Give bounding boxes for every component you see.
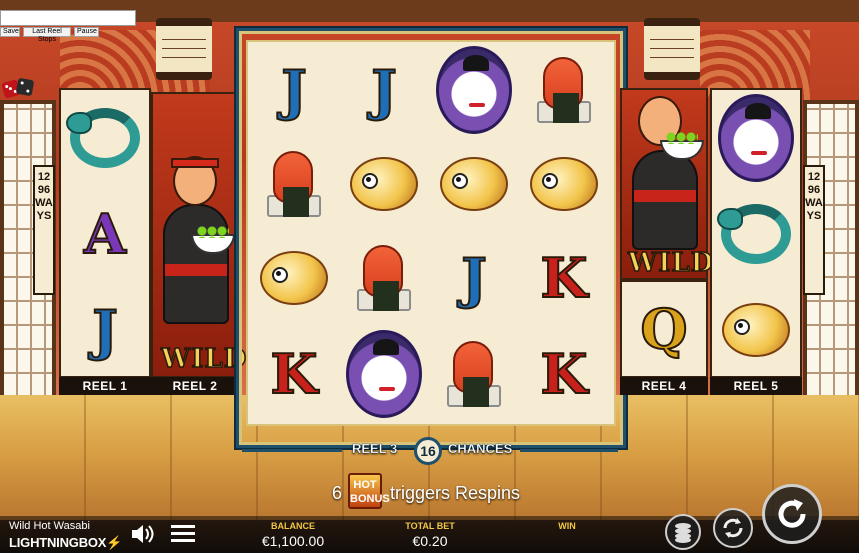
coins-icon[interactable] xyxy=(665,514,701,550)
chef-sash xyxy=(634,190,696,202)
chef-headband xyxy=(171,158,219,168)
balance-label: BALANCE xyxy=(271,521,315,531)
ways-text-left: 1296 WAYS xyxy=(35,171,53,222)
pufferfish-icon xyxy=(260,251,328,305)
reel-2-wild: WILD xyxy=(151,92,247,378)
chances-count-badge: 16 xyxy=(414,437,442,465)
symbol-geisha xyxy=(430,44,518,136)
symbol-q: Q xyxy=(622,282,706,376)
symbol-shrimp xyxy=(520,44,608,136)
chances-reel-label: REEL 3 xyxy=(352,441,398,456)
shrimp-sushi-icon xyxy=(529,55,599,125)
symbol-geisha xyxy=(712,90,800,186)
letter-j: J xyxy=(370,58,398,122)
reel-4-label: REEL 4 xyxy=(620,377,708,395)
reel-4-wild: WILD xyxy=(620,88,714,280)
symbol-pufferfish xyxy=(250,232,338,324)
chef-sash xyxy=(165,264,227,276)
letter-k: K xyxy=(540,246,589,310)
symbol-pufferfish xyxy=(430,138,518,230)
pufferfish-icon xyxy=(530,157,598,211)
ways-text-right: 1296 WAYS xyxy=(805,171,823,222)
reel-3-chances-bar: REEL 3 16 CHANCES xyxy=(242,437,618,465)
ways-sign-right: 1296 WAYS xyxy=(803,165,825,295)
symbol-eel xyxy=(61,90,149,186)
shrimp-sushi-icon xyxy=(439,339,509,409)
symbol-shrimp xyxy=(250,138,338,230)
geisha-icon xyxy=(436,46,512,134)
save-button[interactable]: Save xyxy=(0,27,20,37)
symbol-shrimp xyxy=(340,232,428,324)
letter-k: K xyxy=(270,342,319,406)
symbol-k: K xyxy=(250,328,338,420)
reel-1-label: REEL 1 xyxy=(59,377,151,395)
letter-q: Q xyxy=(639,297,688,361)
symbol-pufferfish xyxy=(340,138,428,230)
autoplay-icon[interactable] xyxy=(713,508,753,548)
symbol-j: J xyxy=(340,44,428,136)
reel-stops-input[interactable] xyxy=(0,10,136,26)
lantern-right xyxy=(644,18,700,80)
letter-j: J xyxy=(91,298,119,362)
menu-icon[interactable] xyxy=(170,522,196,546)
reel-5-label: REEL 5 xyxy=(710,377,802,395)
respin-message: 6 HOT BONUS triggers Respins xyxy=(300,473,570,511)
ways-sign-left: 1296 WAYS xyxy=(33,165,55,295)
respin-text: triggers Respins xyxy=(390,483,521,503)
pufferfish-icon xyxy=(350,157,418,211)
spin-icon[interactable] xyxy=(762,484,822,544)
symbol-geisha xyxy=(340,328,428,420)
reel-2-label: REEL 2 xyxy=(151,377,239,395)
geisha-icon xyxy=(346,330,422,418)
letter-j: J xyxy=(280,58,308,122)
shrimp-sushi-icon xyxy=(259,149,329,219)
chances-line-right xyxy=(520,449,618,452)
brand-main: LIGHTNING xyxy=(9,535,79,550)
last-reel-stops-button[interactable]: Last Reel Stops xyxy=(23,27,71,43)
symbol-j: J xyxy=(61,282,149,376)
chances-label: CHANCES xyxy=(448,441,513,456)
balance-value: €1,100.00 xyxy=(261,533,325,549)
symbol-j: J xyxy=(430,232,518,324)
symbol-pufferfish xyxy=(520,138,608,230)
reel-5 xyxy=(710,88,802,378)
chances-line-left xyxy=(242,449,342,452)
sound-icon[interactable] xyxy=(130,522,156,546)
hot-bonus-label: HOT BONUS xyxy=(350,479,390,505)
letter-a: A xyxy=(83,202,127,266)
symbol-j: J xyxy=(250,44,338,136)
pufferfish-icon xyxy=(440,157,508,211)
symbol-k: K xyxy=(520,232,608,324)
reel-1: A J xyxy=(59,88,151,378)
game-title: Wild Hot Wasabi xyxy=(9,520,90,532)
symbol-eel xyxy=(712,186,800,282)
brand-box: BOX xyxy=(78,535,107,550)
total-bet-label: TOTAL BET xyxy=(405,521,455,531)
geisha-icon xyxy=(718,94,794,182)
lantern-left xyxy=(156,18,212,80)
total-bet-value: €0.20 xyxy=(412,533,448,549)
wild-text-reel2: WILD xyxy=(160,343,248,375)
shrimp-sushi-icon xyxy=(349,243,419,313)
pause-button[interactable]: Pause xyxy=(74,27,99,37)
eel-icon xyxy=(66,108,140,168)
brand-logo: LIGHTNINGBOX⚡ xyxy=(9,535,122,551)
symbol-k: K xyxy=(520,328,608,420)
pufferfish-icon xyxy=(722,303,790,357)
wild-text-reel4: WILD xyxy=(627,247,715,279)
symbol-a: A xyxy=(61,186,149,282)
reel-3: J J J K K K xyxy=(246,40,616,426)
respin-count: 6 xyxy=(332,483,343,503)
win-label: WIN xyxy=(558,521,576,531)
hot-bonus-icon: HOT BONUS xyxy=(348,473,390,509)
die-black xyxy=(15,77,35,97)
symbol-shrimp xyxy=(430,328,518,420)
reel-4: Q xyxy=(620,280,708,378)
letter-k: K xyxy=(540,342,589,406)
dice-icon[interactable] xyxy=(1,77,35,99)
bolt-icon: ⚡ xyxy=(106,535,123,550)
symbol-pufferfish xyxy=(712,282,800,376)
letter-j: J xyxy=(460,246,488,310)
eel-icon xyxy=(717,204,791,264)
